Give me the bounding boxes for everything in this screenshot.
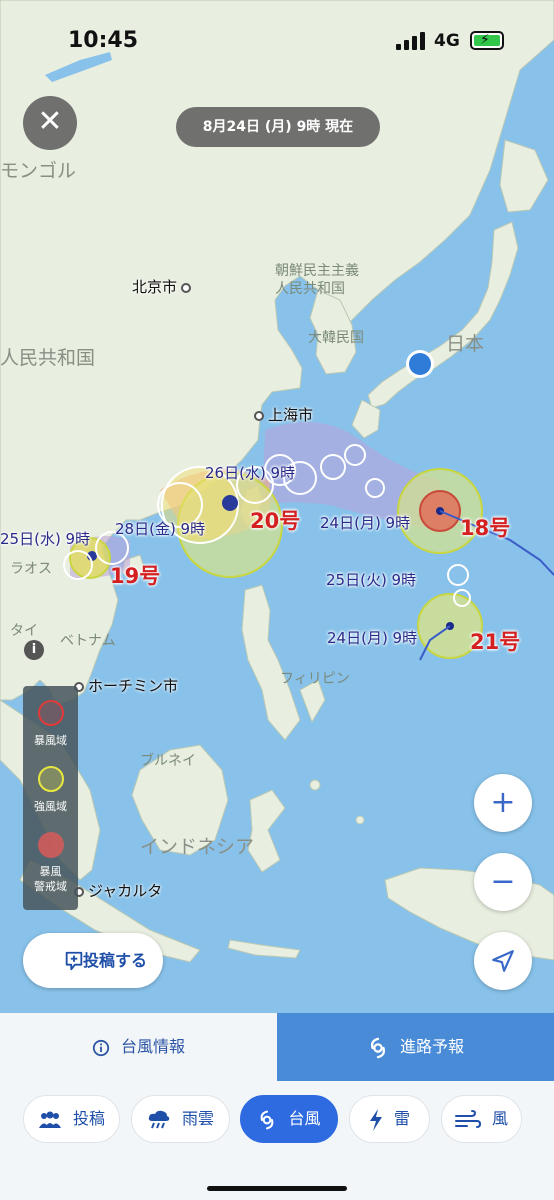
typhoon20-time-a: 26日(水) 9時	[205, 464, 296, 482]
city-shanghai: 上海市	[250, 404, 313, 425]
post-button[interactable]: 投稿する	[23, 933, 163, 988]
typhoon18-time: 24日(月) 9時	[320, 514, 411, 532]
legend-storm-label: 暴風域	[34, 734, 67, 747]
legend-storm-warning: 暴風 警戒域	[23, 832, 78, 894]
date-pill: 8月24日 (月) 9時 現在	[176, 107, 380, 147]
nav-post[interactable]: 投稿	[23, 1095, 120, 1143]
nav-rain[interactable]: 雨雲	[131, 1095, 230, 1143]
lightning-icon	[369, 1108, 382, 1131]
typhoon21-time-b: 24日(月) 9時	[327, 629, 418, 647]
typhoon-icon	[370, 1037, 385, 1058]
legend-strong-wind-label: 強風域	[34, 800, 67, 813]
tab-forecast[interactable]: 進路予報	[277, 1013, 554, 1081]
zoom-out-button[interactable]: −	[474, 853, 532, 911]
storm-warning-swatch-icon	[37, 832, 64, 858]
close-button[interactable]: ✕	[23, 96, 77, 150]
nav-typhoon[interactable]: 台風	[240, 1095, 338, 1143]
signal-icon	[396, 32, 428, 50]
typhoon19-name[interactable]: 19号	[110, 560, 160, 590]
wind-icon	[454, 1109, 481, 1128]
typhoon21-time-a: 25日(火) 9時	[326, 571, 417, 589]
typhoon20-time-b: 28日(金) 9時	[115, 520, 206, 538]
legend-storm: 暴風域	[23, 700, 78, 748]
nav-wind-label: 風	[492, 1109, 509, 1128]
tab-typhoon-info[interactable]: 台風情報	[0, 1013, 277, 1081]
city-beijing: 北京市	[132, 276, 195, 297]
zoom-out-label: −	[490, 864, 516, 899]
post-button-label: 投稿する	[83, 951, 148, 970]
typhoon-legend: 暴風域 強風域 暴風 警戒域	[23, 686, 78, 910]
rain-cloud-icon	[148, 1110, 170, 1128]
storm-swatch-icon	[37, 700, 64, 726]
nav-thunder[interactable]: 雷	[349, 1095, 430, 1143]
tab-forecast-label: 進路予報	[400, 1037, 465, 1056]
network-label: 4G	[434, 31, 460, 51]
country-label-south-korea: 大韓民国	[308, 330, 364, 346]
battery-icon: ⚡	[470, 31, 504, 50]
tab-typhoon-info-label: 台風情報	[121, 1037, 186, 1056]
legend-storm-warning-label: 暴風 警戒域	[34, 865, 67, 893]
legend-strong-wind: 強風域	[23, 766, 78, 814]
status-bar: 10:45 4G ⚡	[0, 0, 554, 80]
country-label-thailand: タイ	[10, 623, 38, 639]
nav-typhoon-label: 台風	[288, 1109, 321, 1128]
nav-post-label: 投稿	[73, 1109, 106, 1128]
nav-thunder-label: 雷	[394, 1109, 411, 1128]
bottom-nav: 投稿 雨雲 台風 雷 風	[0, 1081, 554, 1200]
typhoon-tabbar: 台風情報 進路予報	[0, 1013, 554, 1081]
country-label-laos: ラオス	[10, 561, 52, 577]
city-hochiminh: ホーチミン市	[70, 675, 178, 696]
country-label-mongolia: モンゴル	[0, 160, 77, 182]
status-time: 10:45	[68, 28, 139, 53]
navigation-arrow-icon	[492, 950, 514, 972]
country-label-china: 人民共和国	[0, 347, 96, 369]
country-label-japan: 日本	[446, 333, 485, 355]
typhoon21-name[interactable]: 21号	[470, 626, 520, 656]
city-jakarta: ジャカルタ	[70, 880, 162, 901]
close-icon: ✕	[37, 104, 63, 139]
typhoon-icon	[261, 1110, 274, 1129]
typhoon18-name[interactable]: 18号	[460, 512, 510, 542]
home-indicator	[207, 1186, 347, 1191]
country-label-vietnam: ベトナム	[60, 633, 116, 649]
info-icon[interactable]: i	[24, 640, 44, 660]
zoom-in-label: +	[490, 785, 516, 820]
country-label-philippines: フィリピン	[280, 671, 350, 687]
strong-wind-swatch-icon	[37, 766, 64, 792]
zoom-in-button[interactable]: +	[474, 774, 532, 832]
nav-wind[interactable]: 風	[441, 1095, 522, 1143]
nav-rain-label: 雨雲	[182, 1109, 215, 1128]
post-pin-icon	[65, 951, 83, 971]
country-label-brunei: ブルネイ	[140, 753, 196, 769]
typhoon20-name[interactable]: 20号	[250, 505, 300, 535]
country-label-indonesia: インドネシア	[140, 836, 255, 858]
country-label-north-korea: 朝鮮民主主義 人民共和国	[275, 263, 359, 297]
typhoon19-time: 25日(水) 9時	[0, 530, 91, 548]
info-circle-icon	[92, 1039, 110, 1056]
locate-button[interactable]	[474, 932, 532, 990]
users-icon	[38, 1111, 61, 1128]
